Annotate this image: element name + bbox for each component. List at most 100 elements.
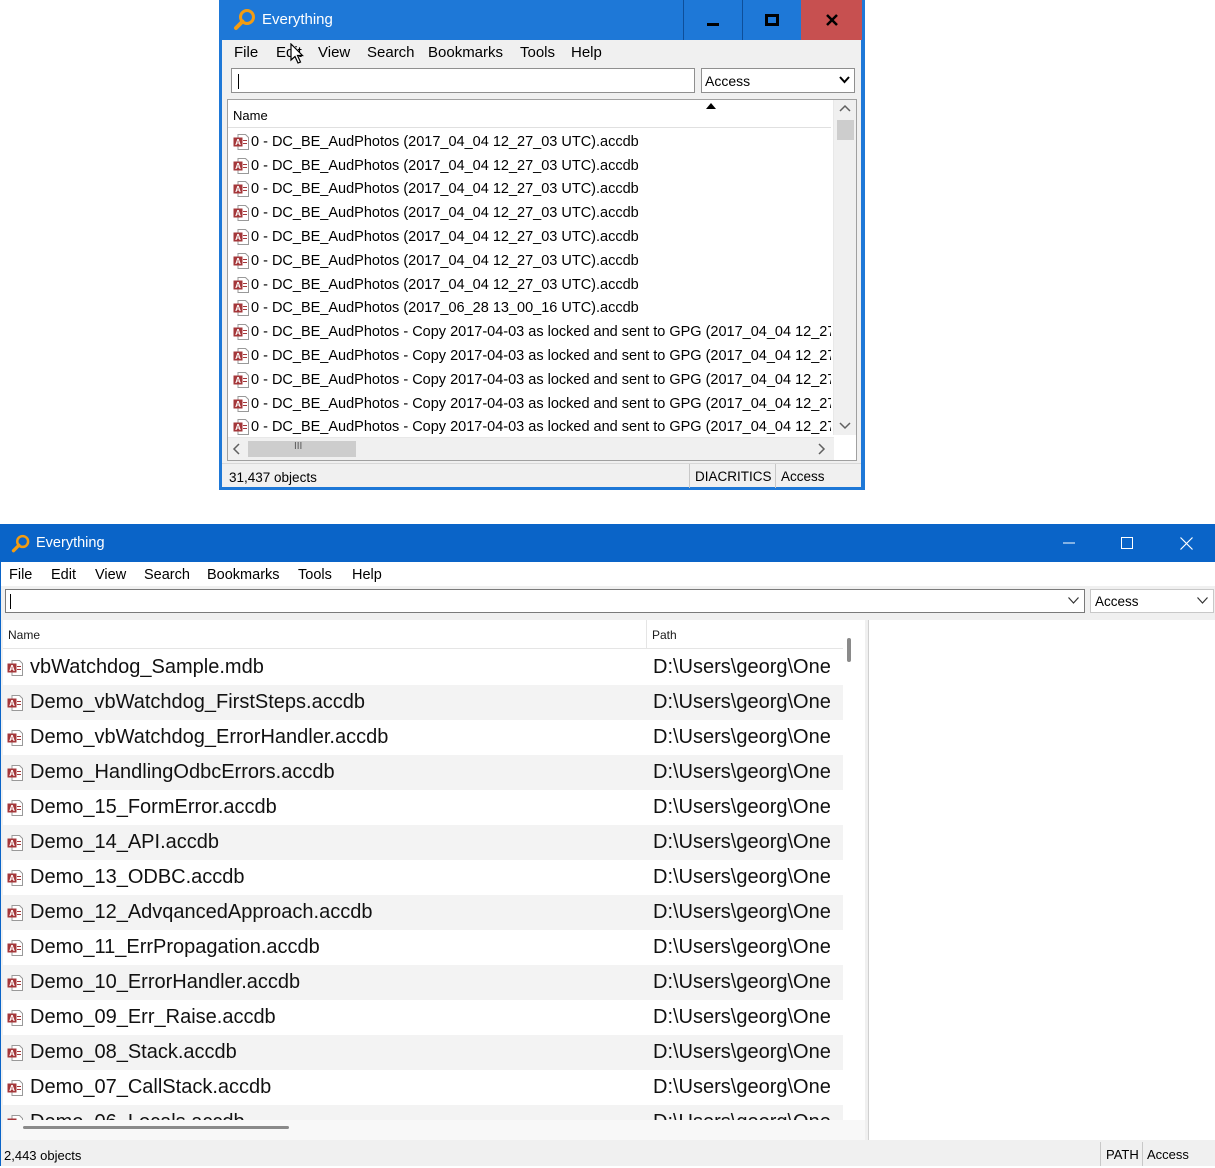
search-input[interactable] — [5, 589, 1085, 613]
file-row[interactable]: A 0 - DC_BE_AudPhotos (2017_04_04 12_27_0… — [228, 201, 831, 225]
minimize-button[interactable] — [1040, 524, 1098, 562]
everything-window-classic: Everything File Edit View Search Bookmar… — [219, 0, 865, 490]
file-path: D:\Users\georg\One — [653, 761, 831, 783]
menu-tools[interactable]: Tools — [298, 567, 332, 583]
file-name: Demo_15_FormError.accdb — [30, 796, 277, 818]
svg-text:A: A — [9, 804, 15, 813]
menu-tools[interactable]: Tools — [520, 44, 555, 61]
scroll-thumb[interactable] — [837, 120, 854, 140]
access-accdb-icon: A — [233, 371, 249, 388]
menu-file[interactable]: File — [234, 44, 258, 61]
file-row[interactable]: A Demo_12_AdvqancedApproach.accdb D:\Users… — [3, 895, 843, 930]
column-header: Name Path — [3, 620, 843, 649]
file-row[interactable]: A Demo_14_API.accdb D:\Users\georg\One — [3, 825, 843, 860]
access-accdb-icon: A — [233, 419, 249, 436]
title-bar[interactable]: Everything — [219, 0, 865, 40]
search-input[interactable] — [231, 68, 695, 93]
file-row[interactable]: A 0 - DC_BE_AudPhotos (2017_04_04 12_27_0… — [228, 154, 831, 178]
file-row[interactable]: A 0 - DC_BE_AudPhotos - Copy 2017-04-03 a… — [228, 392, 831, 416]
file-row[interactable]: A Demo_07_CallStack.accdb D:\Users\georg\O… — [3, 1070, 843, 1105]
scroll-right-icon[interactable] — [812, 440, 830, 458]
svg-text:A: A — [235, 138, 241, 147]
column-name-header[interactable]: Name — [8, 628, 40, 642]
column-path-header[interactable]: Path — [652, 628, 677, 642]
file-row[interactable]: A 0 - DC_BE_AudPhotos (2017_04_04 12_27_0… — [228, 178, 831, 202]
file-row[interactable]: A Demo_13_ODBC.accdb D:\Users\georg\One — [3, 860, 843, 895]
filter-select[interactable]: Access — [1090, 589, 1214, 613]
file-row[interactable]: A Demo_09_Err_Raise.accdb D:\Users\georg\O… — [3, 1000, 843, 1035]
file-row[interactable]: A Demo_08_Stack.accdb D:\Users\georg\One — [3, 1035, 843, 1070]
file-row[interactable]: A Demo_10_ErrorHandler.accdb D:\Users\geor… — [3, 965, 843, 1000]
menu-bookmarks[interactable]: Bookmarks — [207, 567, 280, 583]
results-list[interactable]: Name Path AvbWatchdog_Sample.mdb D:\Users… — [3, 620, 865, 1140]
horizontal-scrollbar[interactable]: III — [228, 437, 834, 460]
svg-text:A: A — [235, 352, 241, 361]
menu-view[interactable]: View — [318, 44, 350, 61]
maximize-button[interactable] — [742, 0, 800, 40]
access-accdb-icon: A — [233, 181, 249, 198]
scroll-thumb[interactable]: III — [248, 441, 356, 457]
file-path: D:\Users\georg\One — [653, 866, 831, 888]
menu-help[interactable]: Help — [571, 44, 602, 61]
chevron-down-icon[interactable] — [1068, 597, 1079, 604]
menu-file[interactable]: File — [9, 567, 32, 583]
sort-ascending-icon — [706, 103, 716, 109]
file-row[interactable]: A Demo_11_ErrPropagation.accdb D:\Users\ge… — [3, 930, 843, 965]
minimize-button[interactable] — [683, 0, 741, 40]
object-count: 31,437 objects — [229, 470, 317, 485]
horizontal-scroll-thumb[interactable] — [23, 1126, 289, 1129]
svg-text:A: A — [235, 257, 241, 266]
file-row[interactable]: A 0 - DC_BE_AudPhotos - Copy 2017-04-03 a… — [228, 416, 831, 440]
menu-help[interactable]: Help — [352, 567, 382, 583]
close-button[interactable] — [801, 0, 862, 40]
file-path: D:\Users\georg\One — [653, 901, 831, 923]
file-row[interactable]: AvbWatchdog_Sample.mdb D:\Users\georg\One — [3, 650, 843, 685]
close-button[interactable] — [1157, 524, 1215, 562]
status-filter: Access — [1142, 1142, 1189, 1166]
file-row[interactable]: A 0 - DC_BE_AudPhotos - Copy 2017-04-03 a… — [228, 368, 831, 392]
file-row[interactable]: A 0 - DC_BE_AudPhotos (2017_04_04 12_27_0… — [228, 225, 831, 249]
scroll-up-icon[interactable] — [834, 100, 856, 118]
scroll-left-icon[interactable] — [228, 440, 246, 458]
vertical-scrollbar[interactable] — [833, 100, 856, 435]
menu-view[interactable]: View — [95, 567, 126, 583]
file-row[interactable]: A Demo_vbWatchdog_ErrorHandler.accdb D:\Us… — [3, 720, 843, 755]
access-accdb-icon: A — [7, 799, 23, 816]
menu-bar: File Edit View Search Bookmarks Tools He… — [222, 40, 861, 64]
file-row[interactable]: A 0 - DC_BE_AudPhotos - Copy 2017-04-03 a… — [228, 344, 831, 368]
window-title: Everything — [36, 535, 105, 551]
menu-search[interactable]: Search — [144, 567, 190, 583]
file-path: D:\Users\georg\One — [653, 796, 831, 818]
file-path: D:\Users\georg\One — [653, 726, 831, 748]
file-row[interactable]: A Demo_HandlingOdbcErrors.accdb D:\Users\g… — [3, 755, 843, 790]
filter-value: Access — [705, 73, 751, 89]
access-accdb-icon: A — [7, 939, 23, 956]
column-name-header[interactable]: Name — [233, 108, 268, 123]
column-divider[interactable] — [646, 620, 647, 648]
file-row[interactable]: A 0 - DC_BE_AudPhotos - Copy 2017-04-03 a… — [228, 320, 831, 344]
svg-text:A: A — [9, 1084, 15, 1093]
file-name: 0 - DC_BE_AudPhotos - Copy 2017-04-03 as… — [251, 348, 831, 365]
vertical-scroll-thumb[interactable] — [847, 638, 851, 662]
menu-search[interactable]: Search — [367, 44, 415, 61]
maximize-button[interactable] — [1098, 524, 1156, 562]
title-bar[interactable]: Everything — [1, 524, 1215, 562]
filter-select[interactable]: Access — [701, 68, 855, 93]
file-row[interactable]: A 0 - DC_BE_AudPhotos (2017_04_04 12_27_0… — [228, 273, 831, 297]
results-list[interactable]: Name A 0 - DC_BE_AudPhotos (2017_04_04 12… — [227, 99, 857, 461]
file-row[interactable]: A 0 - DC_BE_AudPhotos (2017_04_04 12_27_0… — [228, 130, 831, 154]
menu-edit[interactable]: Edit — [51, 567, 76, 583]
status-bar: 2,443 objects PATH Access — [1, 1142, 1215, 1166]
file-row[interactable]: A Demo_vbWatchdog_FirstSteps.accdb D:\User… — [3, 685, 843, 720]
file-row[interactable]: A Demo_15_FormError.accdb D:\Users\georg\O… — [3, 790, 843, 825]
file-row[interactable]: A 0 - DC_BE_AudPhotos (2017_04_04 12_27_0… — [228, 249, 831, 273]
scroll-down-icon[interactable] — [834, 417, 856, 435]
file-row[interactable]: A 0 - DC_BE_AudPhotos (2017_06_28 13_00_1… — [228, 297, 831, 321]
svg-text:A: A — [9, 839, 15, 848]
menu-bookmarks[interactable]: Bookmarks — [428, 44, 503, 61]
preview-pane — [868, 620, 1215, 1140]
file-path: D:\Users\georg\One — [653, 971, 831, 993]
window-client: File Edit View Search Bookmarks Tools He… — [222, 40, 861, 488]
svg-text:A: A — [9, 734, 15, 743]
file-name: Demo_08_Stack.accdb — [30, 1041, 237, 1063]
